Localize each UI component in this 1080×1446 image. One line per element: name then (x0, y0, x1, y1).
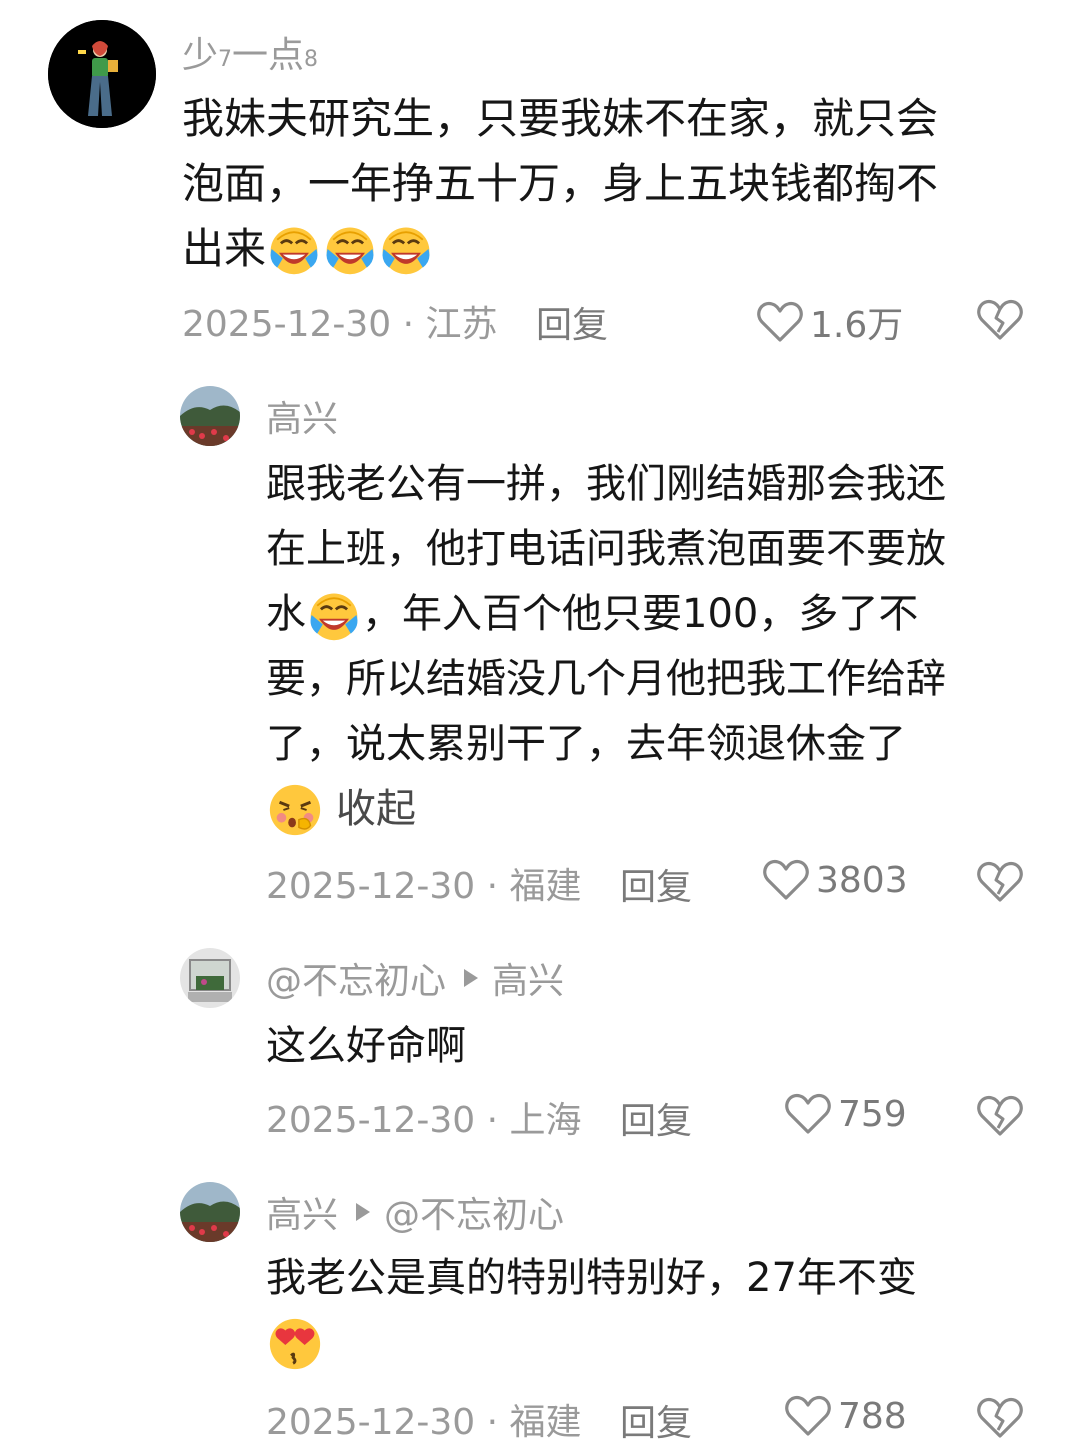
shy-emoji-icon (266, 781, 324, 839)
comment-text: 我老公是真的特别特别好，27年不变 (266, 1246, 917, 1376)
reply-comment-3: 高兴 @不忘初心 我老公是真的特别特别好，27年不变 2025-12-30 · … (0, 1172, 1080, 1444)
laugh-cry-emoji-icon (322, 221, 378, 277)
reply-button[interactable]: 回复 (536, 296, 608, 348)
text-line: 这么好命啊 (266, 1023, 466, 1069)
broken-heart-icon (976, 860, 1024, 904)
reply-target[interactable]: @不忘初心 (384, 1186, 564, 1238)
reply-button[interactable]: 回复 (620, 1092, 692, 1144)
like-count: 759 (838, 1093, 907, 1135)
laugh-cry-emoji-icon (266, 221, 322, 277)
text-line: 我妹夫研究生，只要我妹不在家，就只会 (182, 94, 939, 143)
text-line-content: 水 (266, 591, 306, 637)
like-button[interactable]: 1.6万 (756, 296, 903, 348)
broken-heart-icon (976, 1094, 1024, 1138)
reply-target[interactable]: 高兴 (492, 952, 564, 1004)
heart-outline-icon (756, 300, 804, 344)
reply-comment-1: 高兴 跟我老公有一拼，我们刚结婚那会我还 在上班，他打电话问我煮泡面要不要放 水… (0, 370, 1080, 930)
avatar[interactable] (180, 1182, 240, 1242)
comment-text: 这么好命啊 (266, 1014, 466, 1079)
heart-outline-icon (784, 1092, 832, 1136)
comment-text: 我妹夫研究生，只要我妹不在家，就只会 泡面，一年挣五十万，身上五块钱都掏不 出来 (182, 86, 938, 281)
text-line: 收起 (266, 777, 946, 842)
dislike-button[interactable] (976, 298, 1024, 342)
reply-arrow-icon (356, 1203, 371, 1221)
author-name[interactable]: 高兴 (266, 1186, 338, 1238)
comment-1: 少 7 一点 8 我妹夫研究生，只要我妹不在家，就只会 泡面，一年挣五十万，身上五块钱… (0, 0, 1080, 360)
username[interactable]: 高兴 @不忘初心 (266, 1188, 564, 1236)
reply-arrow-icon (464, 969, 479, 987)
text-line: 我老公是真的特别特别好，27年不变 (266, 1255, 917, 1301)
dislike-button[interactable] (976, 1094, 1024, 1138)
text-line: 出来 (182, 216, 938, 281)
dislike-button[interactable] (976, 1396, 1024, 1440)
text-line: 跟我老公有一拼，我们刚结婚那会我还 (266, 461, 946, 507)
like-button[interactable]: 788 (784, 1394, 907, 1438)
laugh-cry-emoji-icon (306, 587, 362, 643)
like-count: 1.6万 (810, 305, 904, 346)
text-line-content: 出来 (182, 224, 267, 273)
broken-heart-icon (976, 298, 1024, 342)
text-line: 了，说太累别干了，去年领退休金了 (266, 721, 906, 767)
text-line-content: ，年入百个他只要100，多了不 (362, 591, 919, 637)
reply-comment-2: @不忘初心 高兴 这么好命啊 2025-12-30 · 上海 回复 759 (0, 936, 1080, 1156)
text-line: 水 ，年入百个他只要100，多了不 (266, 582, 946, 647)
laugh-cry-emoji-icon (378, 221, 434, 277)
like-count: 788 (838, 1395, 907, 1437)
username[interactable]: 少 7 一点 8 (182, 28, 318, 76)
broken-heart-icon (976, 1396, 1024, 1440)
username[interactable]: @不忘初心 高兴 (266, 954, 564, 1002)
avatar[interactable] (180, 386, 240, 446)
text-line (266, 1311, 917, 1376)
date-region: 2025-12-30 · 福建 (266, 866, 582, 907)
username[interactable]: 高兴 (266, 392, 338, 440)
like-button[interactable]: 3803 (762, 858, 908, 902)
collapse-link[interactable]: 收起 (336, 777, 416, 842)
heart-eyes-emoji-icon (266, 1315, 324, 1373)
text-line: 泡面，一年挣五十万，身上五块钱都掏不 (182, 159, 939, 208)
dislike-button[interactable] (976, 860, 1024, 904)
date-region: 2025-12-30 · 上海 (266, 1100, 582, 1141)
like-count: 3803 (816, 859, 908, 901)
reply-button[interactable]: 回复 (620, 1394, 692, 1446)
comment-text: 跟我老公有一拼，我们刚结婚那会我还 在上班，他打电话问我煮泡面要不要放 水 ，年… (266, 452, 946, 842)
heart-outline-icon (784, 1394, 832, 1438)
date-region: 2025-12-30 · 福建 (266, 1402, 582, 1443)
text-line: 要，所以结婚没几个月他把我工作给辞 (266, 656, 946, 702)
like-button[interactable]: 759 (784, 1092, 907, 1136)
text-line: 在上班，他打电话问我煮泡面要不要放 (266, 526, 946, 572)
avatar[interactable] (180, 948, 240, 1008)
date-region: 2025-12-30 · 江苏 (182, 304, 498, 345)
avatar[interactable] (48, 20, 156, 128)
reply-button[interactable]: 回复 (620, 858, 692, 910)
author-name[interactable]: @不忘初心 (266, 952, 446, 1004)
heart-outline-icon (762, 858, 810, 902)
